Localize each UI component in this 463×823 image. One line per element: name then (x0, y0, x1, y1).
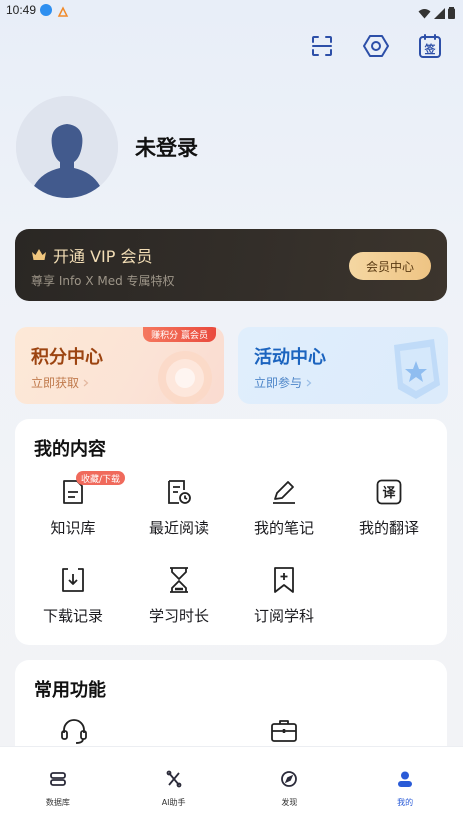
points-title: 积分中心 (31, 347, 103, 368)
status-bar: 10:49 (0, 0, 463, 24)
document-icon: 收藏/下载 (58, 471, 126, 507)
study-time-label: 学习时长 (148, 607, 209, 625)
vip-banner[interactable]: 开通 VIP 会员 尊享 Info X Med 专属特权 会员中心 (15, 229, 447, 301)
compass-icon (280, 770, 298, 792)
bottom-tab-bar: 数据库 AI助手 发现 我的 (0, 746, 463, 823)
sign-in-icon[interactable]: 签 (417, 33, 443, 59)
scan-icon[interactable] (309, 33, 335, 59)
tab-ai-assistant-label: AI助手 (161, 798, 186, 807)
avatar[interactable] (16, 96, 118, 198)
star-shield-icon (394, 339, 440, 399)
settings-icon[interactable] (363, 33, 389, 59)
recent-reading-icon (164, 477, 194, 507)
login-status[interactable]: 未登录 (135, 132, 198, 162)
favorites-download-badge: 收藏/下载 (76, 471, 126, 485)
sign-in-char: 签 (424, 42, 437, 56)
pencil-icon (269, 477, 299, 507)
profile-header[interactable]: 未登录 (16, 96, 198, 198)
ai-assistant-icon (165, 770, 183, 792)
tab-discover[interactable]: 发现 (232, 747, 348, 823)
crown-icon (32, 249, 46, 260)
study-time-item[interactable]: 学习时长 (129, 565, 229, 626)
points-badge: 赚积分 赢会员 (143, 327, 216, 342)
signal-icon (434, 4, 445, 23)
subscribed-subjects-label: 订阅学科 (253, 607, 314, 625)
my-translation-item[interactable]: 译 我的翻译 (339, 477, 439, 538)
person-icon (396, 770, 414, 792)
activity-subtitle: 立即参与 (254, 376, 303, 390)
headset-icon[interactable] (59, 716, 89, 750)
tab-mine[interactable]: 我的 (347, 747, 463, 823)
download-history-label: 下载记录 (42, 607, 103, 625)
common-functions-title: 常用功能 (34, 680, 106, 701)
download-icon (58, 565, 88, 595)
default-avatar-icon (16, 96, 118, 198)
my-content-section: 我的内容 收藏/下载 知识库 最近阅读 我的笔记 译 我的翻译 下载记录 学习时… (15, 419, 447, 645)
tab-database-label: 数据库 (45, 798, 70, 807)
status-time: 10:49 (6, 3, 37, 17)
header-actions: 签 (309, 33, 443, 59)
tab-discover-label: 发现 (281, 798, 298, 807)
coin-icon (158, 351, 212, 404)
knowledge-base-label: 知识库 (50, 519, 96, 537)
activity-center-card[interactable]: 活动中心 立即参与 (238, 327, 448, 404)
points-center-card[interactable]: 赚积分 赢会员 积分中心 立即获取 (15, 327, 224, 404)
bookmark-add-icon (269, 565, 299, 595)
notification-icon (40, 4, 52, 16)
download-history-item[interactable]: 下载记录 (23, 565, 123, 626)
my-content-title: 我的内容 (34, 439, 106, 460)
my-notes-label: 我的笔记 (253, 519, 314, 537)
hourglass-icon (164, 565, 194, 595)
vip-subtitle: 尊享 Info X Med 专属特权 (31, 274, 175, 288)
points-subtitle: 立即获取 (31, 376, 80, 390)
battery-icon (448, 4, 455, 23)
vip-title: 开通 VIP 会员 (53, 247, 153, 266)
toolbox-icon[interactable] (269, 716, 299, 750)
knowledge-base-item[interactable]: 收藏/下载 知识库 (23, 471, 126, 538)
database-icon (49, 770, 67, 792)
my-translation-label: 我的翻译 (358, 519, 419, 537)
chevron-right-icon (306, 376, 312, 390)
translate-icon: 译 (374, 477, 404, 507)
tab-database[interactable]: 数据库 (0, 747, 116, 823)
svg-text:译: 译 (382, 486, 396, 501)
recent-reading-item[interactable]: 最近阅读 (129, 477, 229, 538)
my-notes-item[interactable]: 我的笔记 (234, 477, 334, 538)
app-notification-icon (57, 3, 69, 17)
member-center-button[interactable]: 会员中心 (349, 252, 431, 280)
activity-title: 活动中心 (254, 347, 326, 368)
recent-reading-label: 最近阅读 (148, 519, 209, 537)
wifi-icon (418, 4, 431, 23)
tab-mine-label: 我的 (397, 798, 414, 807)
chevron-right-icon (83, 376, 89, 390)
subscribed-subjects-item[interactable]: 订阅学科 (234, 565, 334, 626)
tab-ai-assistant[interactable]: AI助手 (116, 747, 232, 823)
